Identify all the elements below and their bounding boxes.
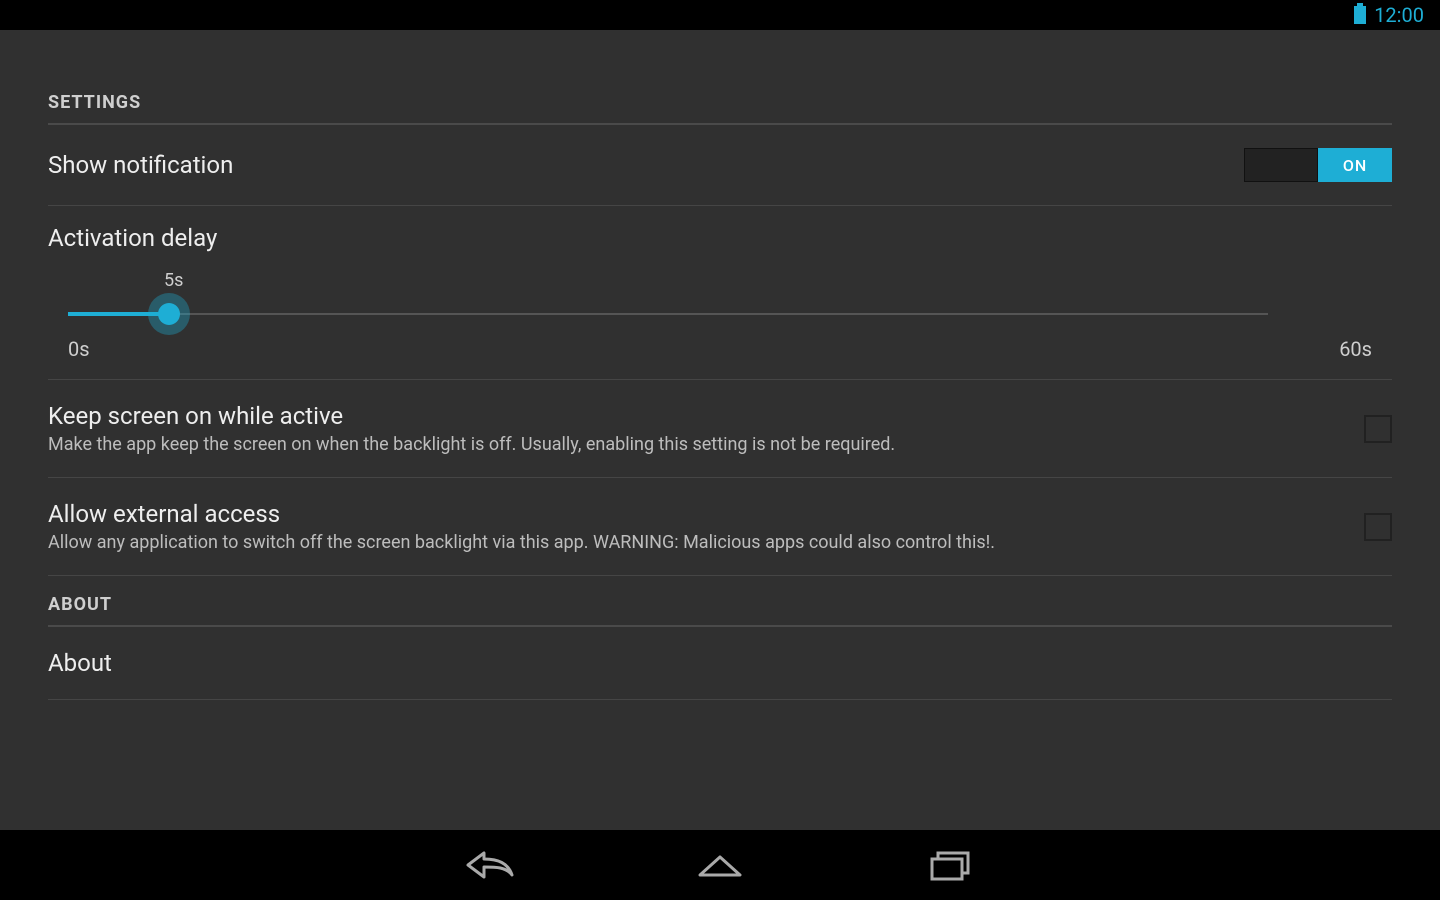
about-title: About: [48, 649, 1392, 677]
activation-delay-max-label: 60s: [1339, 337, 1372, 361]
toggle-on-slot: ON: [1318, 148, 1392, 182]
section-header-about: ABOUT: [48, 582, 1392, 627]
recents-icon: [922, 845, 978, 885]
settings-screen: SETTINGS Show notification ON Activation…: [0, 30, 1440, 830]
activation-delay-min-label: 0s: [68, 337, 90, 361]
section-header-settings: SETTINGS: [48, 80, 1392, 125]
row-activation-delay: Activation delay 5s 0s 60s: [48, 206, 1392, 380]
row-show-notification[interactable]: Show notification ON: [48, 125, 1392, 206]
keep-screen-on-checkbox[interactable]: [1364, 415, 1392, 443]
activation-delay-slider[interactable]: [68, 295, 1268, 335]
slider-track-background: [68, 313, 1268, 315]
activation-delay-value-label: 5s: [164, 270, 1372, 291]
row-keep-screen-on[interactable]: Keep screen on while active Make the app…: [48, 380, 1392, 478]
allow-external-access-checkbox[interactable]: [1364, 513, 1392, 541]
nav-back-button[interactable]: [460, 845, 520, 885]
navigation-bar: [0, 830, 1440, 900]
slider-thumb[interactable]: [158, 303, 180, 325]
allow-external-access-title: Allow external access: [48, 500, 1340, 528]
status-clock: 12:00: [1374, 3, 1424, 27]
home-icon: [692, 845, 748, 885]
allow-external-access-subtitle: Allow any application to switch off the …: [48, 532, 1340, 553]
back-icon: [462, 845, 518, 885]
row-about[interactable]: About: [48, 627, 1392, 700]
activation-delay-title: Activation delay: [48, 224, 1392, 252]
nav-recents-button[interactable]: [920, 845, 980, 885]
show-notification-toggle[interactable]: ON: [1244, 147, 1392, 183]
keep-screen-on-title: Keep screen on while active: [48, 402, 1340, 430]
row-allow-external-access[interactable]: Allow external access Allow any applicat…: [48, 478, 1392, 576]
battery-icon: [1354, 6, 1366, 24]
status-bar: 12:00: [0, 0, 1440, 30]
show-notification-title: Show notification: [48, 151, 1220, 179]
toggle-off-slot: [1244, 148, 1318, 182]
nav-home-button[interactable]: [690, 845, 750, 885]
keep-screen-on-subtitle: Make the app keep the screen on when the…: [48, 434, 1340, 455]
